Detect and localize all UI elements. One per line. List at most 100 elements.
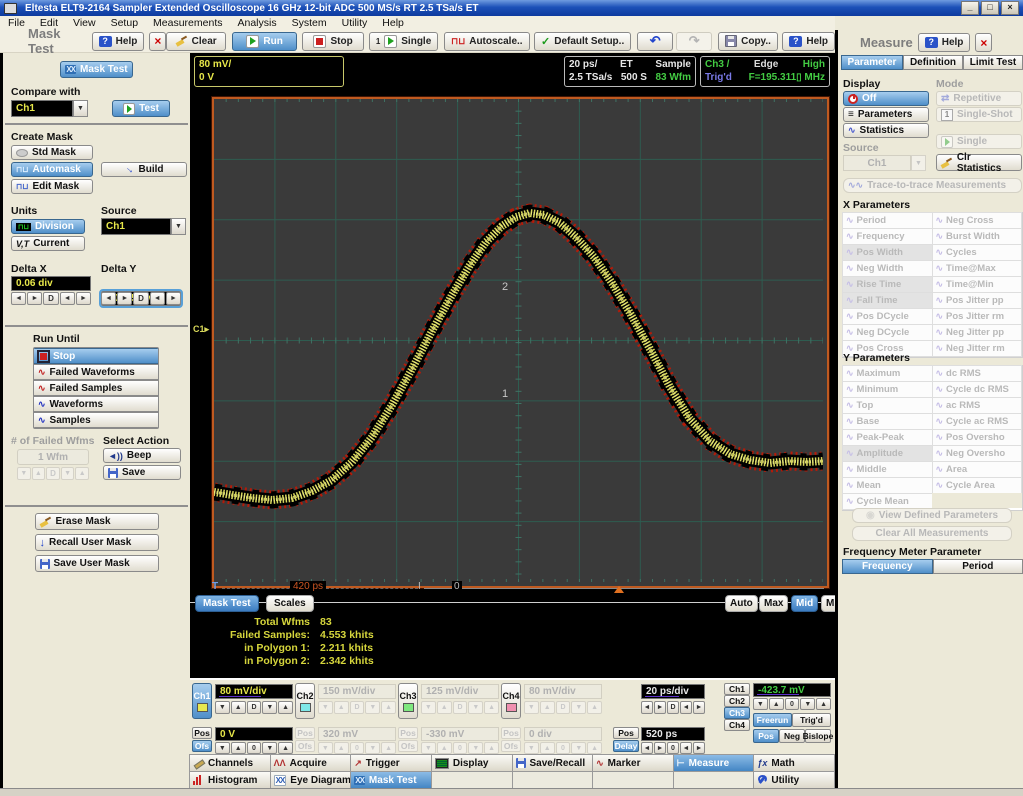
autoscale-button[interactable]: ⊓⊔Autoscale.. — [444, 32, 529, 51]
tab-trigger[interactable]: ↗Trigger — [350, 754, 432, 772]
delta-x-fine-inc-button[interactable]: ► — [76, 292, 91, 305]
trigger-freerun-button[interactable]: Freerun — [753, 713, 792, 727]
clr-statistics-button[interactable]: Clr Statistics — [936, 154, 1022, 171]
trigger-level-value[interactable]: -423.7 mV — [753, 683, 831, 697]
timebase-scale-stepper[interactable]: ◄►D◄► — [641, 701, 705, 714]
trigger-source-ch3[interactable]: Ch3 — [724, 707, 750, 719]
mask-source-dropdown[interactable]: Ch1 ▼ — [101, 218, 186, 235]
copy-button[interactable]: Copy.. — [718, 32, 778, 51]
timebase-delay-button[interactable]: Delay — [613, 740, 639, 752]
ch1-ofs-button[interactable]: Ofs — [192, 740, 212, 752]
units-current-button[interactable]: V,TCurrent — [11, 236, 85, 251]
delta-x-stepper[interactable]: ◄►D◄► — [11, 292, 91, 305]
ch1-scale-step-button[interactable]: ▼ — [215, 701, 230, 714]
tab-measure[interactable]: ⊢Measure — [673, 754, 755, 772]
tab-parameter[interactable]: Parameter — [841, 55, 903, 70]
save-action-button[interactable]: Save — [103, 465, 181, 480]
ch1-scale-step-button[interactable]: D — [247, 701, 262, 714]
tab-definition[interactable]: Definition — [903, 55, 963, 70]
menu-analysis[interactable]: Analysis — [238, 17, 277, 29]
freq-meter-period-button[interactable]: Period — [933, 559, 1023, 574]
tab-acquire[interactable]: ΛΛAcquire — [270, 754, 352, 772]
delta-y-fine-inc-button[interactable]: ► — [166, 292, 181, 305]
delta-x-coarse-dec-button[interactable]: ◄ — [11, 292, 26, 305]
freq-meter-frequency-button[interactable]: Frequency — [842, 559, 933, 574]
channel-button-ch2[interactable]: Ch2 — [295, 683, 315, 719]
channel-button-ch4[interactable]: Ch4 — [501, 683, 521, 719]
tab-marker[interactable]: ∿Marker — [592, 754, 674, 772]
tab-scales[interactable]: Scales — [266, 595, 314, 612]
tab-eye-diagram[interactable]: XXEye Diagram — [270, 771, 352, 789]
panel-close-button[interactable]: × — [149, 32, 166, 51]
timebase-pos-button[interactable]: Pos — [613, 727, 639, 739]
timebase-delay-value[interactable]: 520 ps — [641, 727, 705, 741]
timebase-scale-step-button[interactable]: ◄ — [641, 701, 653, 714]
trigger-position-marker[interactable] — [614, 586, 624, 593]
timebase-delay-step-button[interactable]: 0 — [667, 742, 679, 754]
delta-y-fine-dec-button[interactable]: ◄ — [150, 292, 165, 305]
run-until-failed-waveforms[interactable]: ∿Failed Waveforms — [34, 364, 158, 380]
save-user-mask-button[interactable]: Save User Mask — [35, 555, 159, 572]
trigger-slope-pos[interactable]: Pos — [753, 729, 779, 743]
trigger-level-stepper[interactable]: ▼▲0▼▲ — [753, 698, 831, 710]
c1-marker[interactable]: C1▸ — [193, 324, 209, 335]
units-division-button[interactable]: ⊓⊔Division — [11, 219, 85, 234]
close-button[interactable]: × — [1001, 1, 1019, 15]
trigger-time-marker[interactable]: T — [212, 581, 218, 592]
channel-button-ch3[interactable]: Ch3 — [398, 683, 418, 719]
display-parameters-button[interactable]: ≡Parameters — [843, 107, 929, 122]
timebase-scale-step-button[interactable]: ► — [654, 701, 666, 714]
delta-x-fine-dec-button[interactable]: ◄ — [60, 292, 75, 305]
timebase-delay-step-button[interactable]: ► — [654, 742, 666, 754]
scale-mid-button[interactable]: Mid — [791, 595, 818, 612]
stop-button[interactable]: Stop — [302, 32, 365, 51]
timebase-scale-value[interactable]: 20 ps/div — [641, 684, 705, 699]
ch1-offset-stepper[interactable]: ▼▲0▼▲ — [215, 742, 293, 754]
single-button[interactable]: 1Single — [369, 32, 438, 51]
ch1-offset-step-button[interactable]: ▲ — [278, 742, 293, 754]
measure-help-button[interactable]: ?Help — [918, 33, 971, 52]
tab-limit-test[interactable]: Limit Test — [963, 55, 1023, 70]
delta-x-default-button[interactable]: D — [43, 292, 58, 305]
scale-max-button[interactable]: Max — [759, 595, 788, 612]
delta-y-coarse-dec-button[interactable]: ◄ — [101, 292, 116, 305]
timebase-scale-step-button[interactable]: ► — [693, 701, 705, 714]
clear-button[interactable]: Clear — [166, 32, 226, 51]
ch1-offset-value[interactable]: 0 V — [215, 727, 293, 741]
ch1-offset-step-button[interactable]: ▼ — [215, 742, 230, 754]
menu-utility[interactable]: Utility — [342, 17, 368, 29]
tab-math[interactable]: ƒxMath — [753, 754, 835, 772]
delta-y-stepper[interactable]: ◄►D◄► — [101, 292, 181, 305]
toolbar-help-button[interactable]: ?Help — [782, 32, 835, 51]
timebase-delay-step-button[interactable]: ► — [693, 742, 705, 754]
menu-help[interactable]: Help — [382, 17, 404, 29]
compare-source-dropdown[interactable]: Ch1 ▼ — [11, 100, 88, 117]
delta-y-default-button[interactable]: D — [133, 292, 148, 305]
test-button[interactable]: Test — [112, 100, 170, 117]
recall-user-mask-button[interactable]: ↓Recall User Mask — [35, 534, 159, 551]
display-off-button[interactable]: Off — [843, 91, 929, 106]
menu-system[interactable]: System — [292, 17, 327, 29]
run-button[interactable]: Run — [232, 32, 298, 51]
erase-mask-button[interactable]: Erase Mask — [35, 513, 159, 530]
trigger-source-ch1[interactable]: Ch1 — [724, 683, 750, 695]
timebase-delay-stepper[interactable]: ◄►0◄► — [641, 742, 705, 754]
timebase-delay-step-button[interactable]: ◄ — [680, 742, 692, 754]
tab-mask-test[interactable]: Mask Test — [195, 595, 259, 612]
timebase-scale-step-button[interactable]: ◄ — [680, 701, 692, 714]
run-until-waveforms[interactable]: ∿Waveforms — [34, 396, 158, 412]
measure-close-button[interactable]: × — [975, 33, 992, 52]
timebase-delay-step-button[interactable]: ◄ — [641, 742, 653, 754]
run-until-samples[interactable]: ∿Samples — [34, 412, 158, 428]
tab-display[interactable]: Display — [431, 754, 513, 772]
mask-test-toggle[interactable]: XXMask Test — [60, 61, 132, 78]
ch1-scale-step-button[interactable]: ▲ — [231, 701, 246, 714]
trigger-source-ch2[interactable]: Ch2 — [724, 695, 750, 707]
undo-button[interactable]: ↶ — [637, 32, 673, 51]
tab-mask-test[interactable]: XXMask Test — [350, 771, 432, 789]
ch1-scale-step-button[interactable]: ▼ — [262, 701, 277, 714]
beep-button[interactable]: ◄))Beep — [103, 448, 181, 463]
trigger-trigd-button[interactable]: Trig'd — [792, 713, 831, 727]
delta-x-value[interactable]: 0.06 div — [11, 276, 91, 291]
trigger-slope-bislope[interactable]: Bislope — [805, 729, 831, 743]
